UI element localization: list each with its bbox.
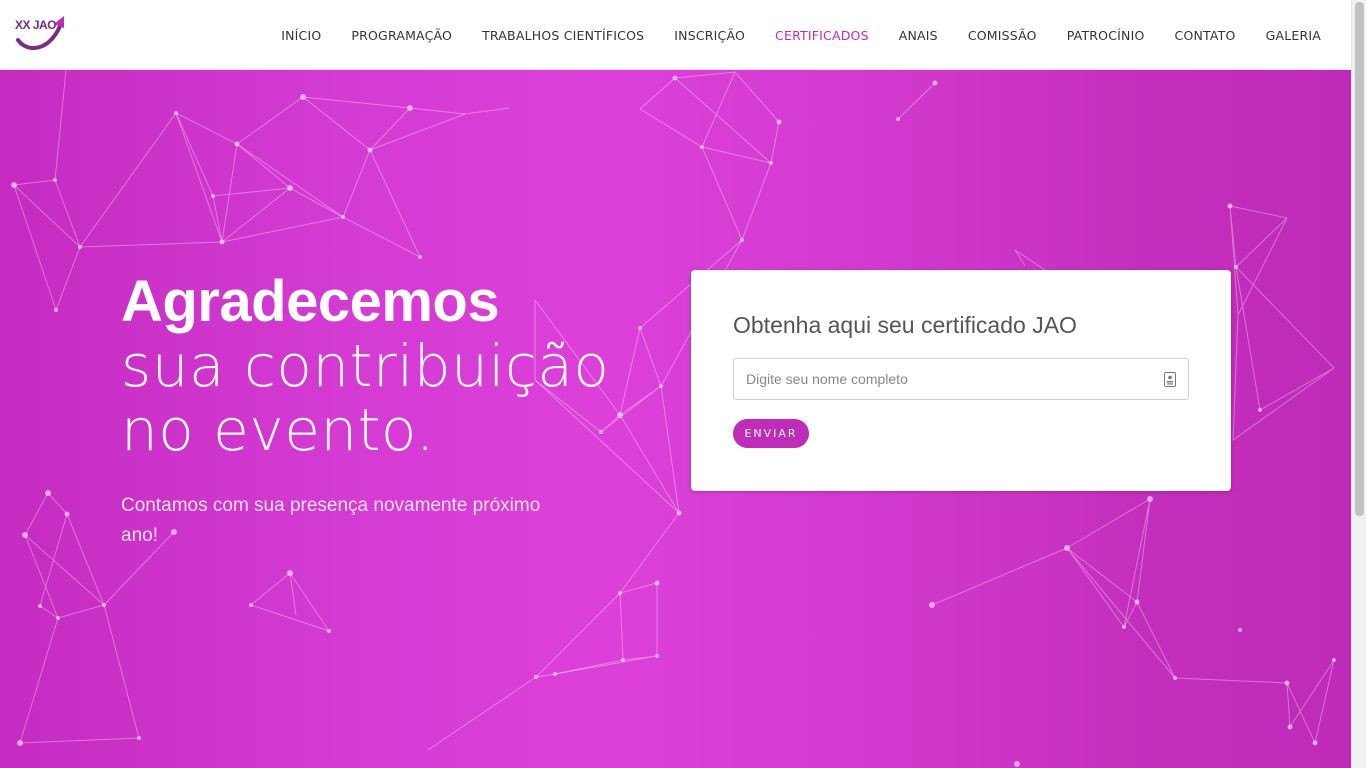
full-name-field-wrapper (733, 358, 1189, 400)
headline-line-2: sua contribuição (121, 332, 610, 400)
nav-item-programacao[interactable]: PROGRAMAÇÃO (351, 28, 452, 43)
send-button[interactable]: ENVIAR (733, 419, 809, 448)
nav-item-certificados[interactable]: CERTIFICADOS (775, 28, 869, 43)
logo-text: XX JAO (15, 18, 57, 32)
headline-bold-line: Agradecemos (121, 269, 500, 334)
hero-headline: Agradecemos sua contribuição no evento. (121, 269, 610, 464)
full-name-input[interactable] (734, 359, 1188, 399)
certificate-form-title: Obtenha aqui seu certificado JAO (733, 312, 1077, 338)
nav-item-comissao[interactable]: COMISSÃO (968, 28, 1037, 43)
page-scrollbar[interactable] (1351, 0, 1366, 768)
certificate-form-card: Obtenha aqui seu certificado JAO ENVIAR (691, 270, 1231, 491)
main-nav: INÍCIO PROGRAMAÇÃO TRABALHOS CIENTÍFICOS… (251, 0, 1321, 70)
nav-item-inscricao[interactable]: INSCRIÇÃO (674, 28, 745, 43)
hero-section: Agradecemos sua contribuição no evento. … (0, 70, 1351, 768)
id-card-icon (1164, 372, 1176, 387)
scrollbar-thumb[interactable] (1355, 2, 1364, 516)
nav-item-galeria[interactable]: GALERIA (1266, 28, 1321, 43)
nav-item-trabalhos-cientificos[interactable]: TRABALHOS CIENTÍFICOS (482, 28, 644, 43)
top-navbar: XX JAO INÍCIO PROGRAMAÇÃO TRABALHOS CIEN… (0, 0, 1351, 70)
nav-item-contato[interactable]: CONTATO (1175, 28, 1236, 43)
nav-item-inicio[interactable]: INÍCIO (281, 28, 321, 43)
nav-item-patrocinio[interactable]: PATROCÍNIO (1067, 28, 1145, 43)
site-logo[interactable]: XX JAO (14, 14, 68, 52)
headline-line-3: no evento. (121, 396, 435, 464)
hero-subtitle: Contamos com sua presença novamente próx… (121, 495, 541, 546)
nav-item-anais[interactable]: ANAIS (899, 28, 938, 43)
